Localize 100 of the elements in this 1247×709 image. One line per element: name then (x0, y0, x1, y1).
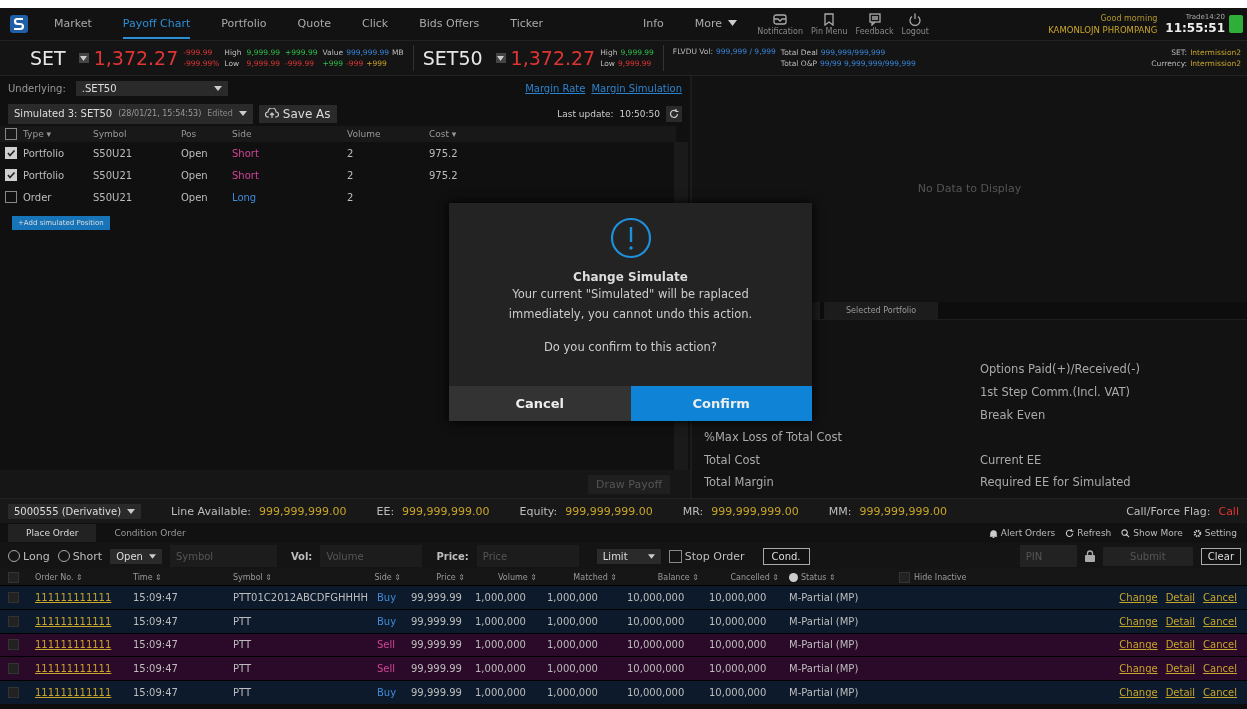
order-action-link[interactable]: Detail (1165, 615, 1196, 627)
margin-link[interactable]: Margin Simulation (591, 83, 682, 94)
nav-tab[interactable]: Market (54, 9, 92, 39)
table-cell-text: Order (23, 191, 53, 203)
order-action-link[interactable]: Cancel (1203, 687, 1237, 699)
bell-icon (988, 528, 998, 538)
order-tab[interactable]: Condition Order (96, 524, 204, 542)
order-action-link[interactable]: Change (1119, 615, 1158, 627)
cloud-upload-icon (264, 108, 279, 119)
simulation-select[interactable]: Simulated 3: SET50 (28/01/21, 15:54:53) Edited (8, 103, 253, 124)
order-action-link[interactable]: Cancel (1203, 639, 1237, 651)
index-dropdown[interactable] (78, 53, 89, 63)
column-header[interactable]: Cost ▾ (429, 129, 489, 139)
toolbar-button[interactable]: Notification (757, 12, 804, 36)
position-select[interactable]: Open (110, 548, 162, 564)
row-checkbox[interactable] (8, 663, 19, 675)
column-header[interactable]: Side (232, 129, 347, 139)
order-row[interactable]: 111111111111 15:09:47 PTT Sell 99,999.99 1,000,000 1,000,000 10,000,000 10,000,000 M-Partial (MP) Change Detail Cancel (0, 632, 1247, 657)
row-checkbox[interactable] (5, 191, 17, 203)
column-header[interactable]: Time ⇕ (133, 572, 233, 582)
column-header[interactable]: Symbol (93, 129, 181, 139)
nav-tab[interactable]: Portfolio (221, 9, 267, 39)
order-action-link[interactable]: Change (1119, 591, 1158, 603)
select-all-checkbox[interactable] (5, 128, 17, 140)
order-row[interactable]: 111111111111 15:09:47 PTT Sell 99,999.99 1,000,000 1,000,000 10,000,000 10,000,000 M-Partial (MP) Change Detail Cancel (0, 656, 1247, 681)
column-header[interactable]: Volume (347, 129, 429, 139)
table-cell-text: 1,000,000 (475, 687, 527, 699)
order-action-link[interactable]: Change (1119, 639, 1158, 651)
column-header[interactable]: Balance ⇕ (627, 572, 709, 582)
order-tab[interactable]: Place Order (8, 524, 97, 542)
column-header[interactable]: Symbol ⇕ (233, 572, 365, 582)
nav-tab[interactable]: Ticker (510, 9, 544, 39)
nav-tab[interactable]: Bids Offers (419, 9, 480, 39)
save-as-button[interactable]: Save As (258, 104, 337, 123)
select-all-checkbox[interactable] (8, 571, 19, 583)
order-number-link[interactable]: 111111111111 (35, 687, 133, 699)
order-action-link[interactable]: Change (1119, 687, 1158, 699)
symbol-field[interactable]: Symbol (169, 545, 277, 567)
condition-button[interactable]: Cond. (762, 547, 810, 565)
stop-order-checkbox[interactable] (668, 549, 682, 563)
row-checkbox[interactable] (8, 591, 19, 603)
order-action-link[interactable]: Detail (1165, 663, 1196, 675)
portfolio-tab[interactable]: Selected Portfolio (824, 301, 939, 320)
cancel-button[interactable]: Cancel (449, 386, 631, 421)
order-row[interactable]: 111111111111 15:09:47 PTT01C2012ABCDFGHHHH Buy 99,999.99 1,000,000 1,000,000 10,000,000 10,000,000 M-Partial (MP) Change Detail Cancel (0, 585, 1247, 609)
table-cell-text: 99,999.99 (411, 687, 463, 699)
order-action-link[interactable]: Alert Orders (988, 528, 1056, 538)
order-row[interactable]: 111111111111 15:09:47 PTT Buy 99,999.99 1,000,000 1,000,000 10,000,000 10,000,000 M-Partial (MP) Change Detail Cancel (0, 608, 1247, 633)
column-header[interactable]: Pos (181, 129, 232, 139)
nav-tab[interactable]: Payoff Chart (122, 9, 191, 39)
order-action-link[interactable]: Show More (1121, 528, 1183, 538)
nav-tab[interactable]: Click (361, 9, 389, 39)
index-dropdown[interactable] (495, 53, 506, 63)
column-header[interactable]: Type ▾ (23, 129, 93, 139)
column-header[interactable]: Order No. ⇕ (35, 572, 133, 582)
account-field-label: MR: (682, 504, 704, 518)
column-header[interactable]: Matched ⇕ (547, 572, 627, 582)
order-action-link[interactable]: Cancel (1203, 663, 1237, 675)
order-action-link[interactable]: Detail (1165, 591, 1196, 603)
nav-tab[interactable]: Quote (297, 9, 331, 39)
order-action-link[interactable]: Refresh (1065, 528, 1112, 538)
order-action-link[interactable]: Change (1119, 663, 1158, 675)
order-number-link[interactable]: 111111111111 (35, 639, 133, 651)
row-checkbox[interactable] (8, 639, 19, 651)
order-action-link[interactable]: Setting (1192, 528, 1237, 538)
toolbar-button[interactable]: Logout (901, 12, 929, 36)
nav-tab[interactable]: Info (643, 9, 664, 39)
order-number-link[interactable]: 111111111111 (35, 615, 133, 627)
order-action-link[interactable]: Detail (1165, 639, 1196, 651)
order-row[interactable]: 111111111111 15:09:47 PTT Buy 99,999.99 1,000,000 1,000,000 10,000,000 10,000,000 M-Partial (MP) Change Detail Cancel (0, 680, 1247, 704)
account-select[interactable]: 5000555 (Derivative) (8, 503, 142, 519)
column-header[interactable]: Side ⇕ (365, 572, 411, 582)
underlying-label: Underlying: (8, 83, 66, 94)
order-action-link[interactable]: Cancel (1203, 591, 1237, 603)
order-number-link[interactable]: 111111111111 (35, 663, 133, 675)
price-type-select[interactable]: Limit (596, 548, 661, 564)
table-cell-text: 1,000,000 (547, 591, 599, 603)
table-cell-text: 10,000,000 (709, 639, 768, 651)
column-header[interactable]: Cancelled ⇕ (709, 572, 789, 582)
order-action-link[interactable]: Detail (1165, 687, 1196, 699)
column-header[interactable]: Status ⇕ (789, 572, 889, 582)
table-cell-text: Open (181, 191, 209, 203)
refresh-button[interactable] (666, 105, 682, 122)
table-cell-text: M-Partial (MP) (789, 639, 860, 651)
price-field[interactable]: Price (476, 545, 579, 567)
toolbar-button[interactable]: Pin Menu (811, 12, 848, 36)
column-header[interactable]: Volume ⇕ (475, 572, 547, 582)
toolbar-button[interactable]: Feedback (855, 12, 894, 36)
underlying-select[interactable]: .SET50 (75, 81, 228, 96)
margin-link[interactable]: Margin Rate (525, 83, 586, 94)
order-number-link[interactable]: 111111111111 (35, 591, 133, 603)
more-menu[interactable]: More (694, 9, 738, 39)
row-checkbox[interactable] (8, 615, 19, 627)
clock-time: 11:55:51 (1165, 21, 1225, 35)
order-action-link[interactable]: Cancel (1203, 615, 1237, 627)
table-cell-text: 10,000,000 (627, 615, 686, 627)
row-checkbox[interactable] (8, 687, 19, 699)
column-header[interactable]: Price ⇕ (411, 572, 475, 582)
clear-button[interactable]: Clear (1200, 547, 1241, 565)
table-cell-text: 15:09:47 (133, 663, 179, 675)
